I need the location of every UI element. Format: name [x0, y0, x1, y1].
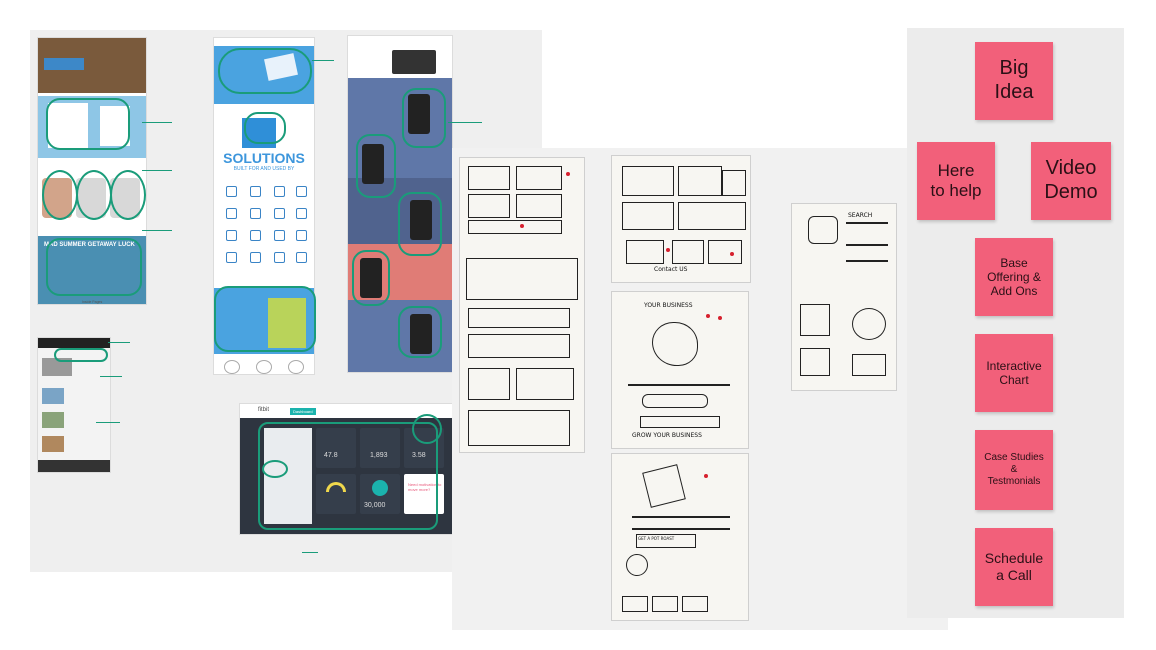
nav-dashboard[interactable]: Dashboard	[290, 408, 316, 415]
highlight-promo	[46, 238, 142, 296]
highlight-news	[54, 348, 108, 362]
highlight-dashboard	[258, 422, 438, 530]
highlight-phone	[398, 192, 442, 256]
annotation-arrow	[448, 122, 482, 123]
sketch-board: Contact US SEARCH YOUR BUSINESS GROW YOU…	[452, 148, 948, 630]
solutions-headline: SOLUTIONS	[223, 150, 305, 166]
highlight-phone	[398, 306, 442, 358]
sticky-schedule-call[interactable]: Schedule a Call	[975, 528, 1053, 606]
sketch-label-pot: GET A POT ROAST	[638, 536, 675, 541]
annotation-arrow	[312, 60, 334, 61]
sketch-wireframe-2: Contact US	[612, 156, 750, 282]
sketch-product-flow: GET A POT ROAST	[612, 454, 748, 620]
highlight-feature	[46, 98, 130, 150]
highlight-bottom	[214, 286, 316, 352]
highlight-phone	[356, 134, 396, 198]
sketch-your-business: YOUR BUSINESS GROW YOUR BUSINESS	[612, 292, 748, 448]
highlight-phone	[352, 250, 390, 306]
highlight-avatar	[76, 170, 112, 220]
sticky-interactive-chart[interactable]: Interactive Chart	[975, 334, 1053, 412]
annotation-arrow	[96, 422, 120, 423]
sticky-board: Big Idea Here to help Video Demo Base Of…	[907, 28, 1124, 618]
sticky-case-studies[interactable]: Case Studies & Testmonials	[975, 430, 1053, 510]
highlight-card	[244, 112, 286, 144]
annotation-arrow	[302, 552, 318, 553]
sketch-label-business: YOUR BUSINESS	[644, 302, 693, 309]
sticky-base-offering[interactable]: Base Offering & Add Ons	[975, 238, 1053, 316]
travel-caption: Inside Pages	[82, 300, 103, 304]
annotation-arrow	[142, 170, 172, 171]
highlight-hero	[218, 48, 312, 94]
highlight-phone	[402, 88, 446, 148]
highlight-avatar	[42, 170, 78, 220]
sketch-label-search: SEARCH	[848, 212, 873, 219]
sketch-label-grow: GROW YOUR BUSINESS	[632, 432, 702, 439]
sticky-here-to-help[interactable]: Here to help	[917, 142, 995, 220]
highlight-avatar	[110, 170, 146, 220]
annotation-arrow	[108, 342, 130, 343]
hero-banner	[44, 58, 84, 70]
sketch-wireframe-1	[460, 158, 584, 452]
annotation-arrow	[100, 376, 122, 377]
sketch-wireframe-3: SEARCH	[792, 204, 896, 390]
sticky-big-idea[interactable]: Big Idea	[975, 42, 1053, 120]
sticky-video-demo[interactable]: Video Demo	[1031, 142, 1111, 220]
highlight-gauge	[412, 414, 442, 444]
annotation-arrow	[142, 122, 172, 123]
annotation-arrow	[142, 230, 172, 231]
highlight-user	[262, 460, 288, 478]
solutions-subline: BUILT FOR AND USED BY	[233, 166, 295, 172]
sketch-label-contact: Contact US	[654, 266, 688, 273]
fitbit-logo: fitbit	[258, 407, 270, 413]
